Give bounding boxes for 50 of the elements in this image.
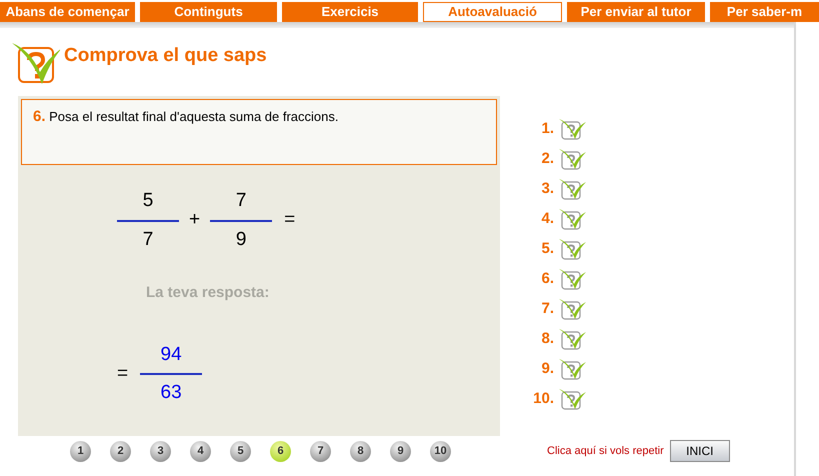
- help-check-icon[interactable]: [558, 388, 586, 410]
- equals-sign: =: [117, 362, 128, 386]
- page-number-button[interactable]: 9: [390, 440, 411, 462]
- question-number[interactable]: 4.: [530, 208, 554, 230]
- question-number[interactable]: 9.: [530, 358, 554, 380]
- page-number-button[interactable]: 4: [190, 440, 211, 462]
- question-text: 6. Posa el resultat final d'aquesta suma de fraccions.: [33, 107, 340, 127]
- page-number-button[interactable]: 3: [150, 440, 171, 462]
- equals-sign: =: [284, 208, 296, 232]
- nav-tab[interactable]: Continguts: [140, 2, 277, 22]
- help-check-icon[interactable]: [558, 268, 586, 290]
- question-number[interactable]: 6.: [530, 268, 554, 290]
- nav-tab[interactable]: Exercicis: [282, 2, 418, 22]
- question-number[interactable]: 1.: [530, 118, 554, 140]
- nav-tab[interactable]: Abans de començar: [0, 2, 135, 22]
- question-number[interactable]: 3.: [530, 178, 554, 200]
- numerator: 5: [142, 190, 154, 211]
- repeat-hint: Clica aquí si vols repetir: [547, 444, 664, 459]
- help-check-icon[interactable]: [558, 178, 586, 200]
- help-check-icon[interactable]: [558, 298, 586, 320]
- nav-tab[interactable]: Autoavaluació: [423, 2, 562, 22]
- page-number-button[interactable]: 1: [70, 440, 91, 462]
- help-check-icon[interactable]: [558, 208, 586, 230]
- question-number[interactable]: 7.: [530, 298, 554, 320]
- nav-tab[interactable]: Per enviar al tutor: [567, 2, 705, 22]
- page-number-button[interactable]: 6: [270, 440, 291, 462]
- question-number[interactable]: 8.: [530, 328, 554, 350]
- help-check-icon[interactable]: [558, 238, 586, 260]
- page-title: Comprova el que saps: [64, 44, 267, 68]
- page-number-button[interactable]: 2: [110, 440, 131, 462]
- question-number[interactable]: 5.: [530, 238, 554, 260]
- question-number[interactable]: 10.: [530, 388, 554, 410]
- numerator: 7: [236, 190, 246, 211]
- answer-label: La teva resposta:: [146, 283, 270, 303]
- numerator: 94: [160, 344, 182, 364]
- page-number-button[interactable]: 5: [230, 440, 251, 462]
- start-button[interactable]: INICI: [670, 440, 730, 462]
- nav-tab[interactable]: Per saber-m: [710, 2, 819, 22]
- help-check-icon[interactable]: [558, 148, 586, 170]
- help-check-icon[interactable]: [558, 358, 586, 380]
- denominator: 63: [160, 381, 182, 405]
- help-check-icon[interactable]: [558, 118, 586, 140]
- page-number-button[interactable]: 7: [310, 440, 331, 462]
- page-number-button[interactable]: 10: [430, 440, 451, 462]
- page-number-button[interactable]: 8: [350, 440, 371, 462]
- denominator: 9: [236, 228, 246, 252]
- denominator: 7: [142, 228, 154, 252]
- plus-sign: +: [188, 208, 202, 232]
- help-check-icon[interactable]: [558, 328, 586, 350]
- question-number[interactable]: 2.: [530, 148, 554, 170]
